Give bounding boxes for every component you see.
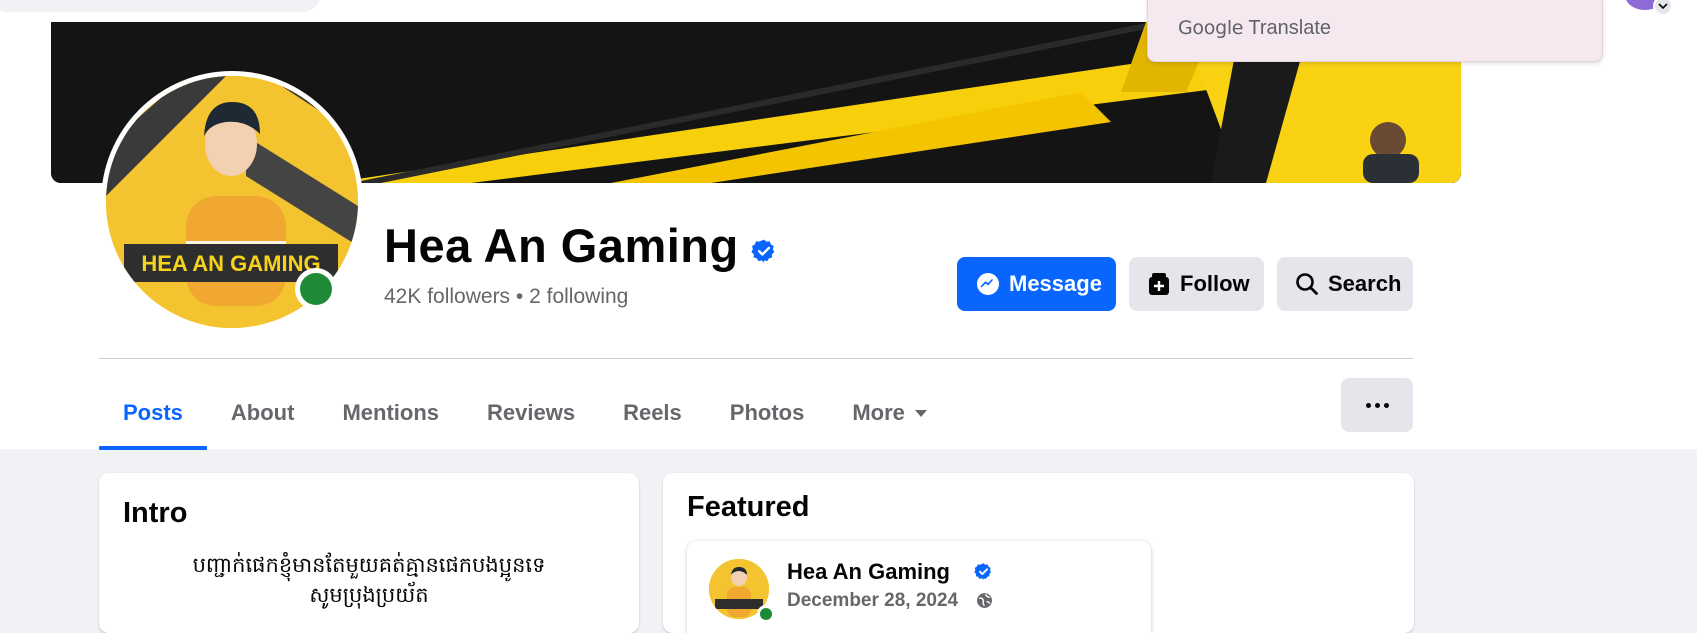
follower-counts: 42K followers • 2 following — [384, 285, 628, 309]
follow-button-label: Follow — [1180, 271, 1250, 296]
message-button[interactable]: Message — [957, 257, 1116, 311]
tab-reels[interactable]: Reels — [599, 378, 706, 450]
tab-mentions[interactable]: Mentions — [318, 378, 463, 450]
tab-about[interactable]: About — [207, 378, 319, 450]
post-author-name[interactable]: Hea An Gaming — [787, 559, 950, 585]
post-author-online-indicator — [757, 605, 775, 623]
tab-photos[interactable]: Photos — [706, 378, 829, 450]
featured-post[interactable]: Hea An Gaming December 28, 2024 — [687, 541, 1151, 633]
globe-icon — [977, 593, 992, 608]
intro-bio-line-2: សូមប្រុងប្រយ័ត — [309, 583, 429, 607]
google-translate-popup[interactable]: Google Translate — [1147, 0, 1603, 62]
post-date[interactable]: December 28, 2024 — [787, 590, 958, 612]
tab-posts[interactable]: Posts — [99, 378, 207, 450]
intro-bio-line-1: បញ្ជាក់ផេកខ្ញុំមានតែមួយគត់គ្មានផេកបងប្អូ… — [192, 553, 546, 577]
verified-badge-icon — [974, 563, 992, 580]
followers-link[interactable]: 42K followers — [384, 285, 510, 308]
search-icon — [1294, 271, 1320, 297]
verified-badge-icon — [751, 239, 775, 263]
more-options-button[interactable] — [1341, 378, 1413, 432]
featured-card: Featured Hea An Gaming December 28, 2024 — [663, 473, 1414, 633]
intro-bio: បញ្ជាក់ផេកខ្ញុំមានតែមួយគត់គ្មានផេកបងប្អូ… — [99, 550, 639, 610]
follow-plus-icon — [1146, 271, 1172, 297]
tab-reviews[interactable]: Reviews — [463, 378, 599, 450]
header-divider — [99, 358, 1413, 359]
messenger-icon — [975, 271, 1001, 297]
message-button-label: Message — [1009, 271, 1102, 296]
follow-button[interactable]: Follow — [1129, 257, 1264, 311]
tab-more-label: More — [852, 400, 905, 425]
google-translate-label: Google Translate — [1178, 17, 1332, 39]
top-search-bar[interactable] — [0, 0, 320, 12]
caret-down-icon — [914, 409, 927, 417]
followers-separator: • — [515, 285, 524, 308]
ellipsis-icon — [1365, 402, 1371, 408]
intro-title: Intro — [123, 497, 188, 529]
following-link[interactable]: 2 following — [529, 285, 628, 308]
featured-title: Featured — [687, 491, 810, 523]
profile-tabs: Posts About Mentions Reviews Reels Photo… — [99, 378, 951, 450]
avatar-banner-text: HEA AN GAMING — [141, 251, 320, 276]
intro-card: Intro បញ្ជាក់ផេកខ្ញុំមានតែមួយគត់គ្មានផេក… — [99, 473, 639, 633]
search-button[interactable]: Search — [1277, 257, 1413, 311]
tab-more[interactable]: More — [828, 378, 951, 450]
search-button-label: Search — [1328, 271, 1402, 296]
page-title: Hea An Gaming — [384, 219, 739, 272]
online-status-indicator — [295, 268, 337, 310]
